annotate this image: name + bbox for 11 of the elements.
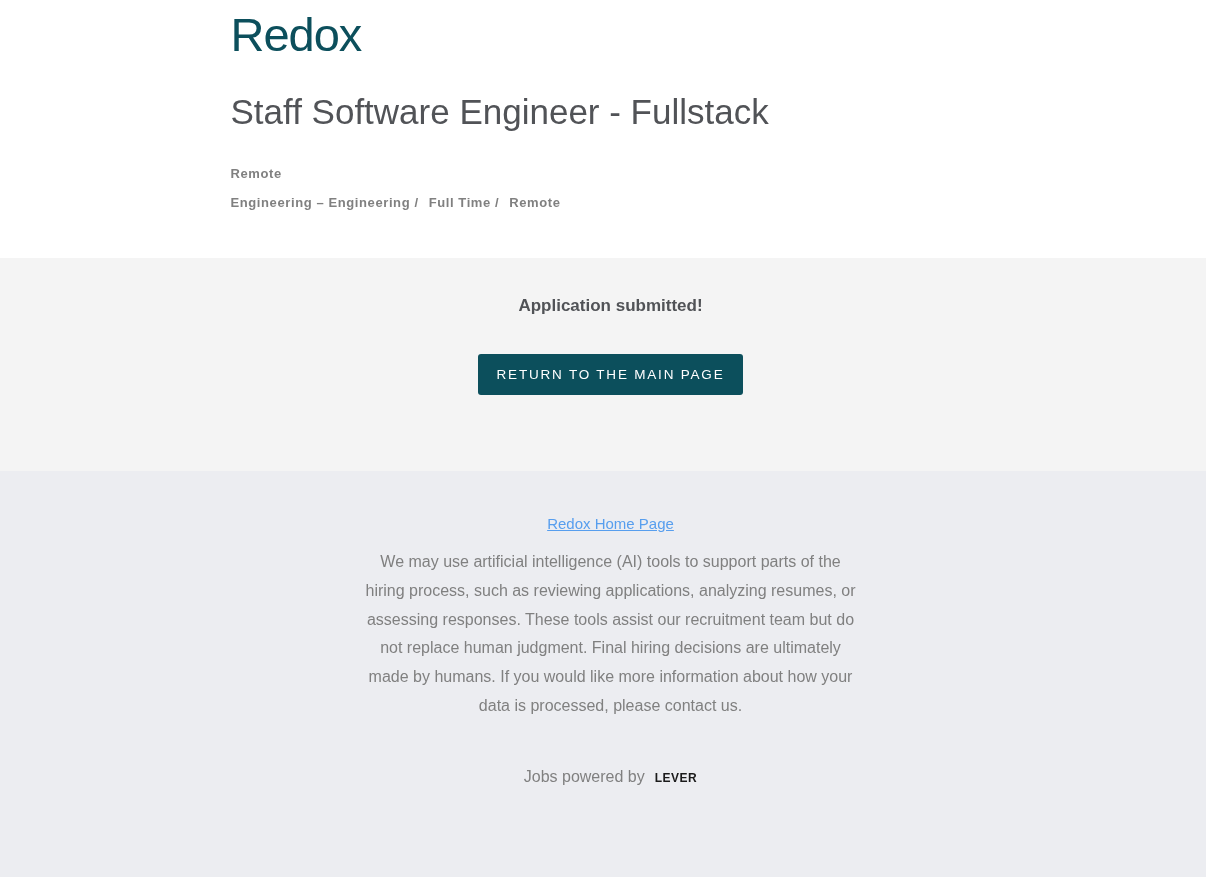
job-category: Engineering – Engineering / xyxy=(230,194,419,212)
company-logo[interactable]: Redox xyxy=(230,9,362,61)
job-location: Remote xyxy=(230,165,282,183)
powered-by-text: Jobs powered by xyxy=(523,767,645,786)
confirmation-message: Application submitted! xyxy=(518,295,703,317)
lever-logo[interactable]: LEVER xyxy=(654,771,698,786)
job-category: Full Time / xyxy=(428,194,500,212)
return-button[interactable]: RETURN TO THE MAIN PAGE xyxy=(478,354,743,395)
job-category: Remote xyxy=(509,194,561,212)
ai-notice: We may use artificial intelligence (AI) tools to support parts of the hiring process, such as reviewing applications, analyzing resumes, or assessing responses. These tools assist our recruitment team but do not replace human judgment. Final hiring decisions are ultimately made by humans. If you would like more information about how your data is processed, please contact us. xyxy=(364,552,857,716)
job-title: Staff Software Engineer - Fullstack xyxy=(230,91,769,133)
